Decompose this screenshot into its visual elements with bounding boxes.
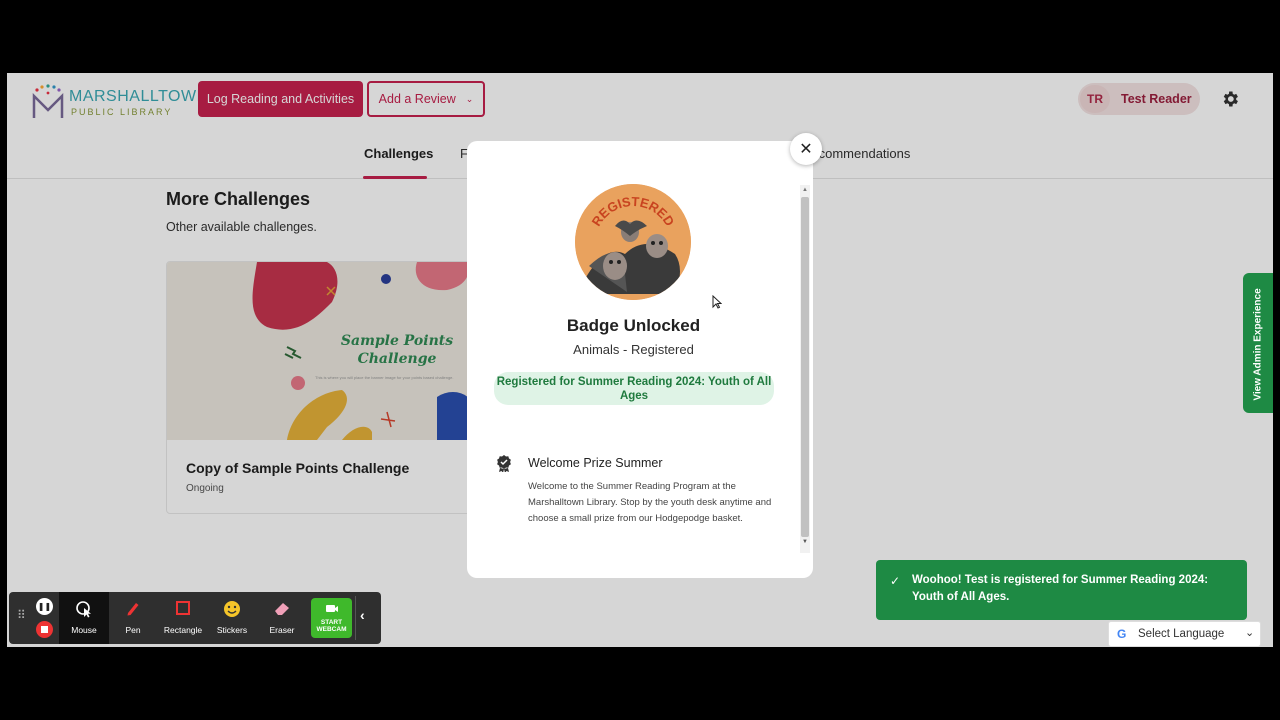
check-icon: ✓ bbox=[890, 574, 901, 588]
prize-description: Welcome to the Summer Reading Program at… bbox=[528, 481, 772, 524]
toolbar-divider bbox=[355, 596, 356, 640]
tool-mouse[interactable]: Mouse bbox=[59, 592, 109, 644]
tool-rectangle[interactable]: Rectangle bbox=[158, 592, 208, 644]
mouse-cursor-icon bbox=[712, 295, 722, 309]
stop-icon[interactable] bbox=[36, 621, 53, 638]
chevron-down-icon: ⌄ bbox=[1245, 627, 1255, 639]
pen-icon bbox=[108, 600, 158, 621]
modal-title: Badge Unlocked bbox=[566, 316, 701, 335]
rectangle-icon bbox=[158, 600, 208, 621]
tool-label: Mouse bbox=[71, 625, 97, 635]
webcam-icon bbox=[311, 602, 352, 617]
tool-label: Stickers bbox=[216, 625, 248, 635]
close-icon[interactable]: ✕ bbox=[790, 133, 822, 165]
badge-modal: REGISTERED Badge Unlocked Animals - Regi… bbox=[467, 141, 813, 578]
tool-label: Rectangle bbox=[163, 625, 203, 635]
tool-label: Eraser bbox=[269, 625, 295, 635]
registration-status-badge: Registered for Summer Reading 2024: Yout… bbox=[494, 372, 774, 405]
webcam-label: START WEBCAM bbox=[316, 619, 347, 633]
prize-title: Welcome Prize Summer bbox=[528, 456, 663, 470]
scroll-thumb[interactable] bbox=[801, 197, 809, 537]
language-select[interactable]: G Select Language ⌄ bbox=[1108, 621, 1261, 647]
badge-ring-text: REGISTERED bbox=[589, 194, 678, 229]
registered-badge: REGISTERED bbox=[575, 184, 691, 300]
view-admin-experience-tab[interactable]: View Admin Experience bbox=[1243, 273, 1273, 413]
tool-eraser[interactable]: Eraser bbox=[257, 592, 307, 644]
admin-tab-label: View Admin Experience bbox=[1252, 288, 1264, 401]
tool-stickers[interactable]: Stickers bbox=[207, 592, 257, 644]
pause-icon[interactable]: ❚❚ bbox=[36, 598, 53, 615]
screen-recorder-toolbar: ⠿ ❚❚ Mouse Pen Rectangle Stickers Eraser bbox=[9, 592, 381, 644]
tool-pen[interactable]: Pen bbox=[108, 592, 158, 644]
success-toast: ✓ Woohoo! Test is registered for Summer … bbox=[876, 560, 1247, 620]
badge-text: REGISTERED bbox=[589, 194, 678, 229]
start-webcam-button[interactable]: START WEBCAM bbox=[311, 598, 352, 638]
eraser-icon bbox=[257, 600, 307, 621]
scroll-up-icon[interactable]: ▲ bbox=[802, 187, 808, 193]
modal-subtitle: Animals - Registered bbox=[573, 342, 694, 357]
chevron-left-icon[interactable]: ‹ bbox=[360, 607, 365, 623]
cursor-icon bbox=[59, 600, 109, 623]
toast-message: Woohoo! Test is registered for Summer Re… bbox=[912, 574, 1209, 603]
drag-handle-icon[interactable]: ⠿ bbox=[17, 608, 26, 622]
smiley-icon bbox=[207, 600, 257, 623]
scroll-down-icon[interactable]: ▼ bbox=[802, 539, 808, 545]
language-label: Select Language bbox=[1138, 628, 1225, 640]
browser-page: MARSHALLTOWN PUBLIC LIBRARY Log Reading … bbox=[7, 73, 1273, 647]
modal-scrollbar[interactable]: ▲ ▼ bbox=[800, 185, 810, 553]
tool-label: Pen bbox=[125, 625, 141, 635]
google-icon: G bbox=[1117, 627, 1127, 641]
svg-text:REGISTERED: REGISTERED bbox=[589, 194, 678, 229]
award-icon bbox=[497, 455, 511, 472]
